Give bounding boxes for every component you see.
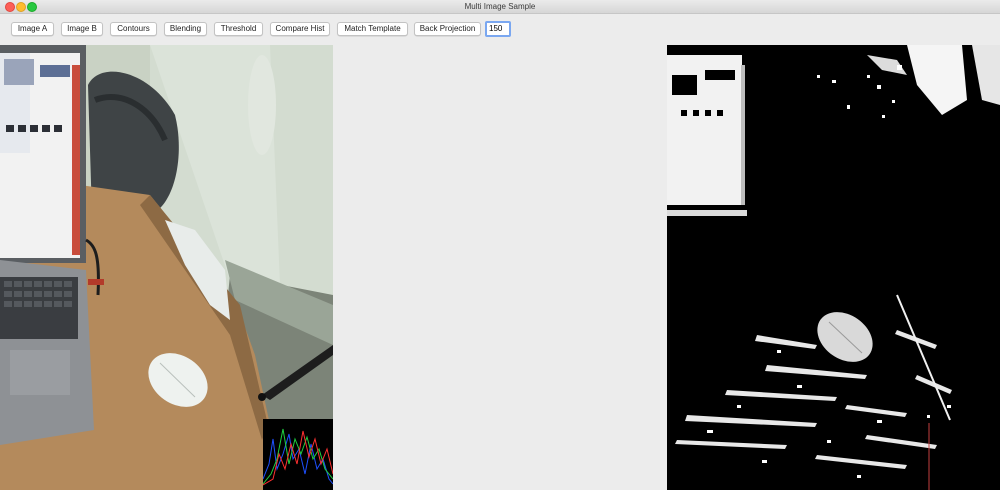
toolbar: Image A Image B Contours Blending Thresh… [0,13,1000,45]
window-title: Multi Image Sample [464,2,536,11]
match-template-button[interactable]: Match Template [337,22,408,36]
blending-button[interactable]: Blending [164,22,207,36]
threshold-result-view [667,45,1000,490]
threshold-image [667,45,1000,490]
title-bar: Multi Image Sample [0,0,1000,14]
threshold-value-input[interactable]: 150 [485,21,511,37]
contours-button[interactable]: Contours [110,22,157,36]
compare-hist-button[interactable]: Compare Hist [270,22,330,36]
image-b-button[interactable]: Image B [61,22,103,36]
image-a-view [0,45,333,490]
image-a-button[interactable]: Image A [11,22,54,36]
color-histogram [263,419,333,490]
back-projection-button[interactable]: Back Projection [414,22,481,36]
threshold-button[interactable]: Threshold [214,22,263,36]
